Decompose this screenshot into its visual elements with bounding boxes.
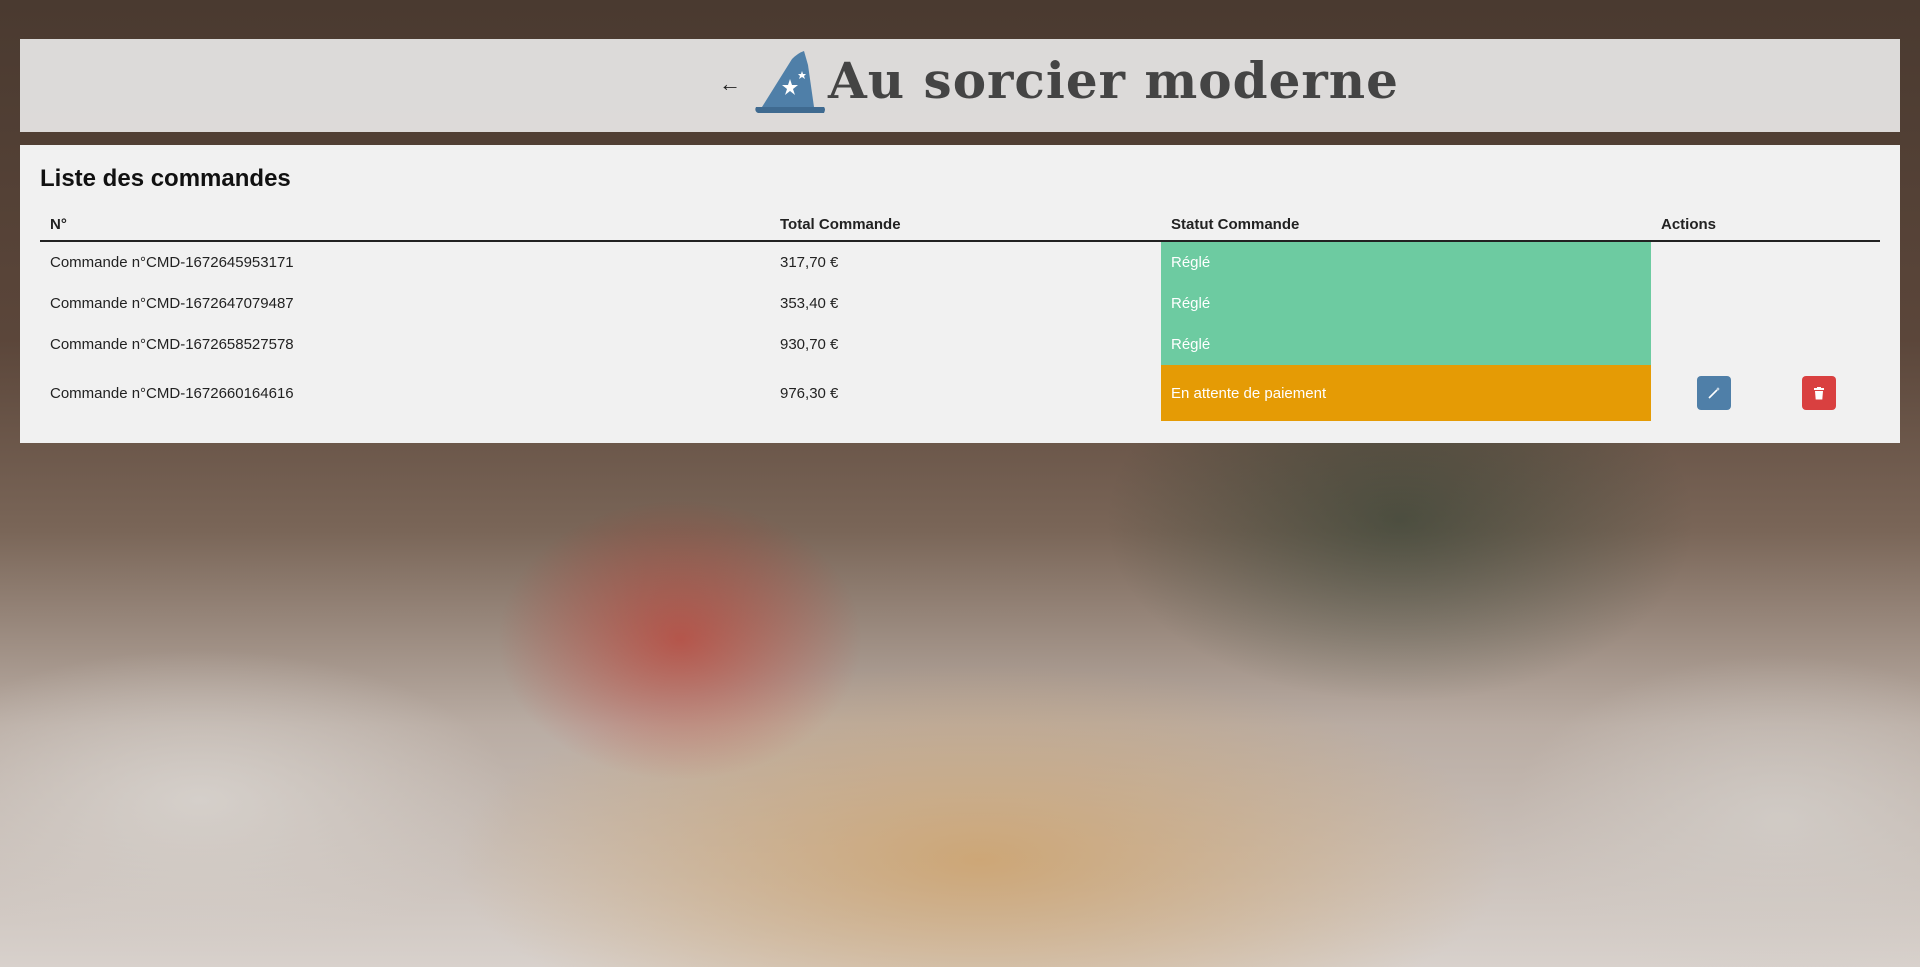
column-header-status: Statut Commande: [1161, 208, 1651, 242]
delete-order-button[interactable]: [1802, 376, 1836, 410]
table-header-row: N° Total Commande Statut Commande Action…: [40, 208, 1880, 242]
table-row: Commande n°CMD-1672645953171 317,70 € Ré…: [40, 241, 1880, 283]
order-number: Commande n°CMD-1672647079487: [50, 295, 294, 312]
order-status-badge: Réglé: [1161, 241, 1651, 283]
site-header: ← Au sorcier moderne: [20, 39, 1900, 132]
order-actions: [1651, 365, 1880, 421]
order-total: 930,70 €: [780, 336, 839, 353]
orders-panel: Liste des commandes N° Total Commande St…: [20, 145, 1900, 443]
order-number: Commande n°CMD-1672660164616: [50, 384, 294, 402]
orders-table: N° Total Commande Statut Commande Action…: [40, 208, 1880, 421]
column-header-number: N°: [40, 208, 770, 242]
mark-paid-button[interactable]: [1697, 376, 1731, 410]
order-total: 976,30 €: [780, 384, 839, 402]
table-row: Commande n°CMD-1672660164616 976,30 € En…: [40, 365, 1880, 421]
order-status-badge: En attente de paiement: [1161, 365, 1651, 421]
table-row: Commande n°CMD-1672647079487 353,40 € Ré…: [40, 283, 1880, 324]
order-number: Commande n°CMD-1672645953171: [50, 254, 294, 271]
order-actions: [1651, 283, 1880, 324]
magic-wand-icon: [1708, 387, 1720, 399]
order-actions: [1651, 324, 1880, 365]
order-total: 353,40 €: [780, 295, 839, 312]
order-number: Commande n°CMD-1672658527578: [50, 336, 294, 353]
order-status-badge: Réglé: [1161, 283, 1651, 324]
order-actions: [1651, 241, 1880, 283]
brand-title[interactable]: Au sorcier moderne: [828, 51, 1399, 111]
table-row: Commande n°CMD-1672658527578 930,70 € Ré…: [40, 324, 1880, 365]
column-header-actions: Actions: [1651, 208, 1880, 242]
wizard-hat-logo-icon[interactable]: [750, 45, 830, 125]
trash-icon: [1814, 386, 1824, 399]
back-arrow-icon[interactable]: ←: [713, 67, 747, 101]
page-title: Liste des commandes: [40, 165, 291, 192]
order-status-badge: Réglé: [1161, 324, 1651, 365]
column-header-total: Total Commande: [770, 208, 1161, 242]
order-total: 317,70 €: [780, 254, 839, 271]
